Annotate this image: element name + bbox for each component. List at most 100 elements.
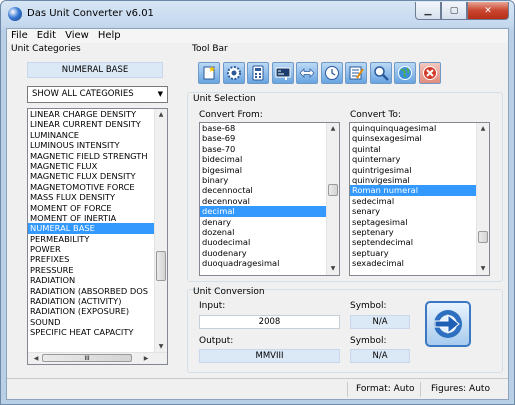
from-unit-item[interactable]: dozenal bbox=[200, 227, 339, 237]
category-list-item[interactable]: LUMINANCE bbox=[28, 130, 167, 140]
convert-from-list[interactable]: base-68 base-69 base-70 bidecimal bigesimal b… bbox=[199, 122, 340, 276]
category-list-item[interactable]: POWER bbox=[28, 244, 167, 254]
hscroll-thumb[interactable]: III bbox=[42, 354, 132, 362]
menu-edit[interactable]: Edit bbox=[33, 29, 61, 43]
from-unit-item[interactable]: duodenary bbox=[200, 248, 339, 258]
from-unit-item[interactable]: duodecimal bbox=[200, 237, 339, 247]
category-list-item[interactable]: SOUND bbox=[28, 317, 167, 327]
scroll-up-icon[interactable]: ▲ bbox=[327, 123, 339, 135]
categories-list[interactable]: LINEAR CHARGE DENSITY LINEAR CURRENT DENS… bbox=[27, 108, 168, 365]
category-list-item[interactable]: PREFIXES bbox=[28, 254, 167, 264]
category-list-item[interactable]: MAGNETIC FLUX DENSITY bbox=[28, 171, 167, 181]
categories-hscroll[interactable]: ◀ III ▶ bbox=[28, 352, 167, 364]
to-unit-item[interactable]: septendecimal bbox=[350, 237, 489, 247]
category-list-item[interactable]: SPECIFIC HEAT CAPACITY bbox=[28, 327, 167, 337]
category-list-item[interactable]: LINEAR CURRENT DENSITY bbox=[28, 119, 167, 129]
scroll-thumb[interactable] bbox=[156, 251, 166, 281]
toolbar-button-calculator[interactable] bbox=[247, 62, 269, 84]
category-list-item[interactable]: MASS FLUX DENSITY bbox=[28, 192, 167, 202]
category-list-item[interactable]: NUMERAL BASE bbox=[28, 223, 167, 234]
from-unit-item[interactable]: decimal bbox=[200, 206, 339, 217]
to-unit-item[interactable]: quinvigesimal bbox=[350, 175, 489, 185]
toolbar-button-settings-gear[interactable] bbox=[222, 62, 245, 84]
category-list-item[interactable]: PRESSURE bbox=[28, 265, 167, 275]
title-bar[interactable]: Das Unit Converter v6.01 ▁ ▢ ✕ bbox=[1, 1, 514, 28]
to-vscroll[interactable]: ▲ ▼ bbox=[476, 123, 489, 275]
maximize-button[interactable]: ▢ bbox=[441, 2, 467, 20]
convert-to-label: Convert To: bbox=[350, 110, 401, 120]
to-unit-item[interactable]: septagesimal bbox=[350, 217, 489, 227]
category-list-item[interactable]: RADIATION (ACTIVITY) bbox=[28, 296, 167, 306]
toolbar-button-globe[interactable] bbox=[394, 62, 416, 84]
toolbar-button-exit[interactable] bbox=[418, 62, 441, 84]
app-globe-icon[interactable] bbox=[8, 7, 22, 21]
to-unit-item[interactable]: quinquinquagesimal bbox=[350, 123, 489, 133]
category-list-item[interactable]: PERMEABILITY bbox=[28, 234, 167, 244]
category-list-item[interactable]: MOMENT OF FORCE bbox=[28, 203, 167, 213]
category-list-item[interactable]: RADIATION (ABSORBED DOS bbox=[28, 286, 167, 296]
menu-view[interactable]: View bbox=[61, 29, 94, 43]
toolbar-button-notepad[interactable] bbox=[345, 62, 367, 84]
input-field[interactable]: 2008 bbox=[199, 315, 340, 329]
toolbar-button-chalkboard[interactable] bbox=[271, 62, 294, 84]
from-unit-item[interactable]: bidecimal bbox=[200, 154, 339, 164]
from-unit-item[interactable]: bigesimal bbox=[200, 165, 339, 175]
selected-category-display: NUMERAL BASE bbox=[27, 62, 163, 78]
from-unit-item[interactable]: base-70 bbox=[200, 144, 339, 154]
to-unit-item[interactable]: quintal bbox=[350, 144, 489, 154]
toolbar-button-clock[interactable] bbox=[320, 62, 343, 84]
scroll-up-icon[interactable]: ▲ bbox=[477, 123, 489, 135]
to-unit-item[interactable]: sexadecimal bbox=[350, 258, 489, 268]
category-list-item[interactable]: LUMINOUS INTENSITY bbox=[28, 140, 167, 150]
toolbar-label: Tool Bar bbox=[192, 44, 228, 54]
close-button[interactable]: ✕ bbox=[467, 2, 509, 20]
convert-arrows-icon bbox=[434, 310, 462, 338]
scroll-left-icon[interactable]: ◀ bbox=[30, 353, 42, 364]
from-unit-item[interactable]: binary bbox=[200, 175, 339, 185]
maximize-icon: ▢ bbox=[449, 5, 459, 16]
from-unit-item[interactable]: base-69 bbox=[200, 133, 339, 143]
exit-icon bbox=[422, 66, 437, 80]
convert-to-list[interactable]: quinquinquagesimal quinsexagesimal quintal… bbox=[349, 122, 490, 276]
category-list-item[interactable]: MAGNETOMOTIVE FORCE bbox=[28, 182, 167, 192]
to-unit-item[interactable]: septenary bbox=[350, 227, 489, 237]
to-unit-item[interactable]: quinsexagesimal bbox=[350, 133, 489, 143]
to-unit-item[interactable]: senary bbox=[350, 206, 489, 216]
category-list-item[interactable]: LINEAR CHARGE DENSITY bbox=[28, 109, 167, 119]
from-unit-item[interactable]: duoquadragesimal bbox=[200, 258, 339, 268]
scroll-down-icon[interactable]: ▼ bbox=[327, 263, 339, 275]
categories-vscroll[interactable]: ▲ ▼ bbox=[154, 109, 167, 353]
to-unit-item[interactable]: septuary bbox=[350, 248, 489, 258]
category-list-item[interactable]: MAGNETIC FIELD STRENGTH bbox=[28, 151, 167, 161]
scroll-down-icon[interactable]: ▼ bbox=[477, 263, 489, 275]
menu-file[interactable]: File bbox=[7, 29, 33, 43]
scroll-up-icon[interactable]: ▲ bbox=[155, 109, 167, 121]
to-unit-item[interactable]: quinternary bbox=[350, 154, 489, 164]
to-unit-item[interactable]: sedecimal bbox=[350, 196, 489, 206]
convert-button[interactable] bbox=[425, 301, 471, 347]
category-list-item[interactable]: MAGNETIC FLUX bbox=[28, 161, 167, 171]
category-list-item[interactable]: MOMENT OF INERTIA bbox=[28, 213, 167, 223]
unit-categories-label: Unit Categories bbox=[11, 44, 81, 54]
to-unit-item[interactable]: quintrigesimal bbox=[350, 165, 489, 175]
category-list-item[interactable]: RADIATION (EXPOSURE) bbox=[28, 306, 167, 316]
from-unit-item[interactable]: decennoval bbox=[200, 196, 339, 206]
chevron-down-icon[interactable]: ▼ bbox=[158, 87, 163, 102]
scroll-thumb[interactable] bbox=[328, 184, 338, 196]
menu-help[interactable]: Help bbox=[94, 29, 126, 43]
from-unit-item[interactable]: denary bbox=[200, 217, 339, 227]
toolbar-button-new[interactable] bbox=[198, 62, 220, 84]
to-unit-item[interactable]: Roman numeral bbox=[350, 185, 489, 196]
minimize-button[interactable]: ▁ bbox=[415, 2, 441, 20]
category-filter-dropdown[interactable]: SHOW ALL CATEGORIES ▼ bbox=[27, 86, 168, 103]
category-list-item[interactable]: RADIATION bbox=[28, 275, 167, 285]
scroll-right-icon[interactable]: ▶ bbox=[140, 353, 152, 364]
scroll-thumb[interactable] bbox=[478, 231, 488, 243]
from-vscroll[interactable]: ▲ ▼ bbox=[326, 123, 339, 275]
input-label: Input: bbox=[199, 301, 226, 311]
toolbar-button-swap-arrows[interactable] bbox=[296, 62, 318, 84]
new-icon bbox=[203, 66, 215, 80]
toolbar-button-magnifier[interactable] bbox=[369, 62, 392, 84]
from-unit-item[interactable]: base-68 bbox=[200, 123, 339, 133]
from-unit-item[interactable]: decennoctal bbox=[200, 185, 339, 195]
